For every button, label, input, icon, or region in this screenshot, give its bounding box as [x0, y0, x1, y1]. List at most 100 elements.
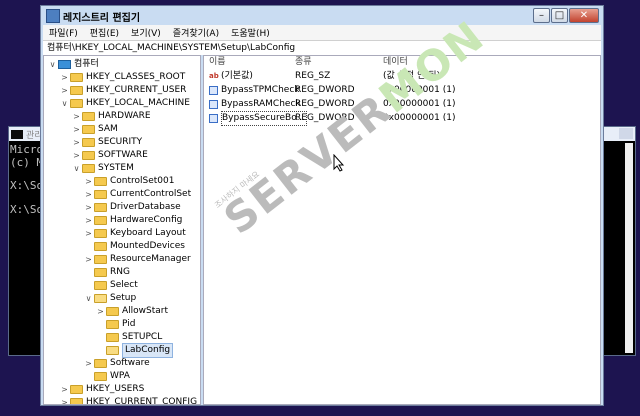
column-header-name[interactable]: 이름 [209, 56, 226, 69]
value-list: 이름 종류 데이터 ab (기본값) REG_SZ (값 설정 안 됨) BypassT… [203, 55, 601, 405]
menu-view[interactable]: 보기(V) [125, 26, 167, 39]
value-type: REG_DWORD [295, 113, 355, 123]
tree-node[interactable]: > ControlSet001 [84, 175, 175, 188]
tree-node[interactable]: > SECURITY [72, 136, 142, 149]
tree-node[interactable]: > DriverDatabase [84, 201, 181, 214]
tree-node-label: CurrentControlSet [110, 189, 192, 199]
tree-node[interactable]: ∨ SYSTEM [72, 162, 134, 175]
value-row[interactable]: ab (기본값) [209, 70, 305, 83]
minimize-button[interactable]: – [533, 8, 550, 23]
tree-node[interactable]: Pid [96, 318, 135, 331]
value-row[interactable]: BypassSecureBo... [209, 111, 307, 126]
tree-node[interactable]: MountedDevices [84, 240, 185, 253]
value-row[interactable]: BypassRAMCheck [209, 98, 305, 111]
expand-chevron-icon[interactable]: > [84, 357, 93, 370]
tree-node[interactable]: ∨ 컴퓨터 [48, 58, 99, 71]
expand-chevron-icon[interactable]: > [96, 305, 105, 318]
tree-node[interactable]: > HKEY_CURRENT_CONFIG [60, 396, 198, 405]
computer-icon [58, 60, 71, 69]
tree-node[interactable]: WPA [84, 370, 130, 383]
tree-node[interactable]: > Software [84, 357, 150, 370]
value-name: (기본값) [221, 71, 253, 81]
folder-icon [70, 99, 83, 108]
value-type: REG_SZ [295, 71, 331, 81]
tree-node[interactable]: LabConfig [96, 343, 174, 358]
column-header-type[interactable]: 종류 [295, 56, 312, 69]
console-scrollbar[interactable] [625, 143, 633, 353]
binary-value-icon [209, 100, 218, 109]
column-header-data[interactable]: 데이터 [383, 56, 408, 69]
tree-node[interactable]: > HKEY_CLASSES_ROOT [60, 71, 185, 84]
folder-icon [82, 112, 95, 121]
tree-node-label: HardwareConfig [110, 215, 183, 225]
menu-file[interactable]: 파일(F) [43, 26, 84, 39]
value-data: 0x00000001 (1) [383, 113, 456, 123]
tree-node-label: ControlSet001 [110, 176, 175, 186]
tree-node-label: HKEY_USERS [86, 384, 145, 394]
folder-icon [106, 307, 119, 316]
tree-node[interactable]: > SOFTWARE [72, 149, 148, 162]
tree-node-label: HKEY_CURRENT_CONFIG [86, 397, 198, 405]
value-name: BypassRAMCheck [221, 99, 301, 109]
expand-chevron-icon[interactable]: > [84, 253, 93, 266]
tree-node[interactable]: ∨ Setup [84, 292, 136, 305]
tree-node[interactable]: Select [84, 279, 138, 292]
expand-chevron-icon[interactable]: > [60, 383, 69, 396]
close-icon[interactable] [619, 128, 633, 139]
address-bar[interactable]: 컴퓨터\HKEY_LOCAL_MACHINE\SYSTEM\Setup\LabC… [43, 40, 601, 55]
expand-chevron-icon[interactable]: > [84, 188, 93, 201]
folder-icon [94, 203, 107, 212]
tree-node-label: SAM [98, 124, 118, 134]
expand-chevron-icon[interactable]: > [60, 396, 69, 404]
string-value-icon: ab [209, 72, 219, 80]
expand-chevron-icon[interactable]: > [72, 149, 81, 162]
menu-edit[interactable]: 편집(E) [84, 26, 125, 39]
menu-favorites[interactable]: 즐겨찾기(A) [167, 26, 225, 39]
collapse-chevron-icon[interactable]: ∨ [48, 58, 57, 71]
registry-tree: ∨ 컴퓨터 > HKEY_CLASSES_ROOT > HKEY_CURRENT_USER… [43, 55, 201, 405]
tree-node-label: AllowStart [122, 306, 169, 316]
tree-node-label: Software [110, 358, 150, 368]
folder-icon [94, 255, 107, 264]
expand-chevron-icon[interactable]: > [84, 175, 93, 188]
close-button[interactable]: ✕ [569, 8, 599, 23]
tree-node[interactable]: > HardwareConfig [84, 214, 182, 227]
tree-node[interactable]: > CurrentControlSet [84, 188, 191, 201]
expand-chevron-icon[interactable]: > [60, 84, 69, 97]
expand-chevron-icon[interactable]: > [84, 227, 93, 240]
expand-chevron-icon[interactable]: > [84, 201, 93, 214]
registry-editor-icon [46, 9, 60, 23]
expand-chevron-icon[interactable]: > [60, 71, 69, 84]
menu-help[interactable]: 도움말(H) [225, 26, 276, 39]
tree-node[interactable]: > AllowStart [96, 305, 168, 318]
collapse-chevron-icon[interactable]: ∨ [72, 162, 81, 175]
tree-node-label: HKEY_CURRENT_USER [86, 85, 187, 95]
tree-node-label: RNG [110, 267, 130, 277]
tree-node-label: Select [110, 280, 138, 290]
menu-bar: 파일(F) 편집(E) 보기(V) 즐겨찾기(A) 도움말(H) [43, 25, 601, 40]
collapse-chevron-icon[interactable]: ∨ [60, 97, 69, 110]
tree-node[interactable]: > Keyboard Layout [84, 227, 186, 240]
folder-open-icon [94, 294, 107, 303]
tree-node[interactable]: > HKEY_CURRENT_USER [60, 84, 186, 97]
expand-chevron-icon[interactable]: > [72, 136, 81, 149]
tree-node[interactable]: ∨ HKEY_LOCAL_MACHINE [60, 97, 190, 110]
tree-node[interactable]: > ResourceManager [84, 253, 191, 266]
value-name: BypassTPMCheck [221, 85, 300, 95]
console-line: (c) M [10, 156, 44, 169]
tree-node[interactable]: > HARDWARE [72, 110, 151, 123]
maximize-button[interactable]: □ [551, 8, 568, 23]
tree-node-label: SYSTEM [98, 163, 134, 173]
expand-chevron-icon[interactable]: > [84, 214, 93, 227]
tree-node[interactable]: RNG [84, 266, 130, 279]
tree-node[interactable]: > SAM [72, 123, 118, 136]
folder-icon [94, 359, 107, 368]
expand-chevron-icon[interactable]: > [72, 110, 81, 123]
collapse-chevron-icon[interactable]: ∨ [84, 292, 93, 305]
value-row[interactable]: BypassTPMCheck [209, 84, 305, 97]
title-bar[interactable]: 레지스트리 편집기 – □ ✕ [41, 6, 603, 26]
expand-chevron-icon[interactable]: > [72, 123, 81, 136]
tree-node[interactable]: > HKEY_USERS [60, 383, 144, 396]
folder-icon [70, 86, 83, 95]
folder-icon [70, 385, 83, 394]
